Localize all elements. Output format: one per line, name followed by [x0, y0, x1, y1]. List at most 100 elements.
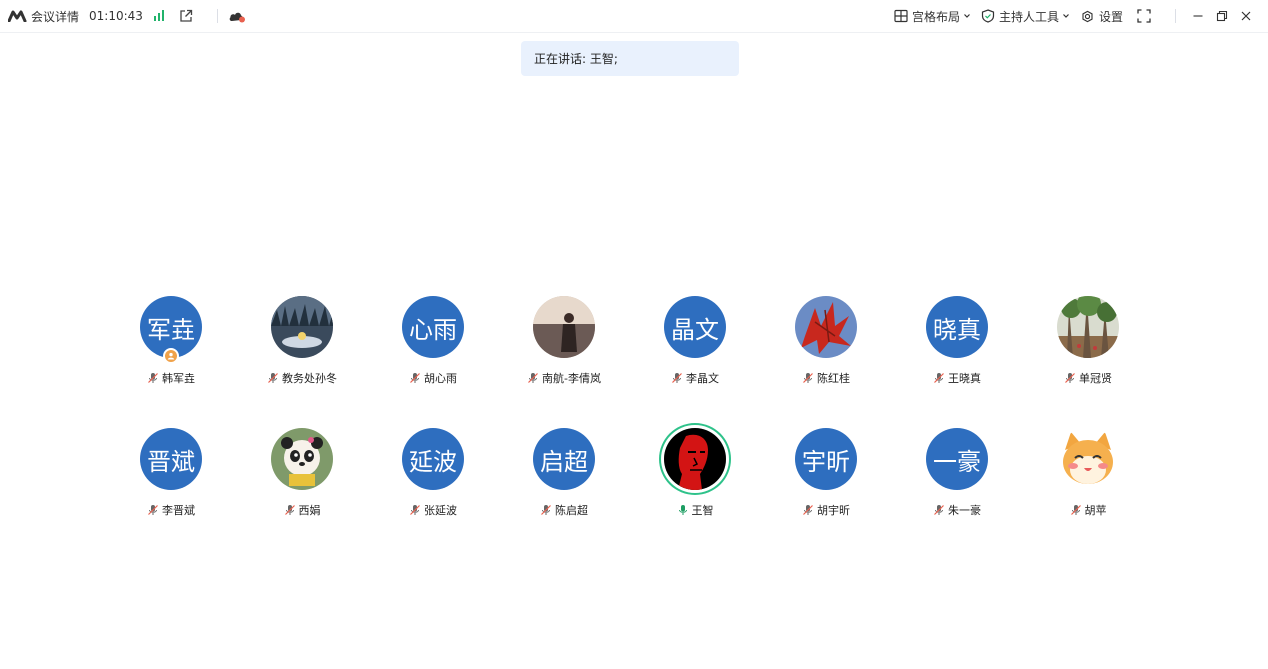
- participant-tile-speaking[interactable]: 王智: [635, 428, 755, 528]
- participant-name: 陈启超: [504, 502, 624, 518]
- participant-name: 张延波: [373, 502, 493, 518]
- participant-name: 单冠贤: [1028, 370, 1148, 386]
- chevron-down-icon: [964, 14, 970, 18]
- cloud-recording-icon[interactable]: [228, 9, 250, 23]
- participant-name: 西娟: [242, 502, 362, 518]
- settings-button[interactable]: 设置: [1080, 8, 1123, 25]
- participant-avatar-photo: [271, 296, 333, 358]
- participant-tile[interactable]: 单冠贤: [1028, 296, 1148, 396]
- participant-name-label: 南航-李倩岚: [542, 372, 601, 385]
- app-logo-icon: [8, 10, 27, 22]
- mic-muted-icon: [1065, 373, 1075, 383]
- speaking-text: 正在讲话: 王智;: [534, 52, 618, 66]
- participant-tile[interactable]: 宇昕 胡宇昕: [766, 428, 886, 528]
- mic-muted-icon: [410, 505, 420, 515]
- share-link-icon[interactable]: [179, 9, 197, 23]
- avatar-initials: 宇昕: [802, 447, 850, 476]
- shield-icon: [981, 9, 995, 23]
- gear-icon: [1082, 10, 1093, 22]
- participant-avatar: 晋斌: [140, 428, 202, 490]
- speaking-indicator: 正在讲话: 王智;: [521, 41, 739, 76]
- participant-name-label: 李晶文: [686, 372, 719, 385]
- mic-muted-icon: [1070, 505, 1081, 515]
- mic-muted-icon: [672, 373, 682, 383]
- participant-avatar: 晓真: [926, 296, 988, 358]
- participant-tile[interactable]: 胡苹: [1028, 428, 1148, 528]
- mic-active-icon: [678, 505, 687, 515]
- participant-name-label: 朱一豪: [948, 504, 981, 517]
- mic-muted-icon: [541, 505, 551, 515]
- divider: [1175, 9, 1176, 23]
- network-signal-icon[interactable]: [153, 10, 169, 22]
- avatar-initials: 晶文: [671, 315, 719, 344]
- fullscreen-icon[interactable]: [1137, 9, 1155, 23]
- chevron-down-icon: [1063, 14, 1069, 18]
- participant-tile[interactable]: 晋斌 李晋斌: [111, 428, 231, 528]
- participant-tile[interactable]: 陈红桂: [766, 296, 886, 396]
- participant-name-label: 韩军垚: [162, 372, 195, 385]
- top-bar: 会议详情 01:10:43 宫格布局 主持人工具 设置: [0, 0, 1268, 33]
- participant-name: 王晓真: [897, 370, 1017, 386]
- mic-muted-icon: [148, 373, 158, 383]
- meeting-details-label: 会议详情: [31, 9, 80, 24]
- mic-muted-icon: [934, 373, 944, 383]
- participant-tile[interactable]: 西娟: [242, 428, 362, 528]
- participant-name: 南航-李倩岚: [504, 370, 624, 386]
- participant-name-label: 王智: [691, 504, 714, 517]
- participant-tile[interactable]: 军垚 韩军垚: [111, 296, 231, 396]
- settings-label: 设置: [1098, 9, 1123, 24]
- mic-muted-icon: [528, 373, 538, 383]
- participant-tile[interactable]: 延波 张延波: [373, 428, 493, 528]
- participant-name-label: 教务处孙冬: [282, 372, 337, 385]
- minimize-button[interactable]: [1186, 4, 1210, 28]
- restore-button[interactable]: [1210, 4, 1234, 28]
- grid-layout-button[interactable]: 宫格布局: [894, 8, 971, 25]
- participant-avatar: 宇昕: [795, 428, 857, 490]
- mic-muted-icon: [410, 373, 420, 383]
- mic-muted-icon: [803, 373, 813, 383]
- meeting-timer: 01:10:43: [89, 9, 143, 23]
- participant-avatar: 启超: [533, 428, 595, 490]
- grid-layout-icon: [894, 9, 908, 23]
- participant-avatar: 晶文: [664, 296, 726, 358]
- participant-tile[interactable]: 教务处孙冬: [242, 296, 362, 396]
- participant-name: 胡心雨: [373, 370, 493, 386]
- host-tools-label: 主持人工具: [998, 9, 1059, 24]
- avatar-initials: 心雨: [409, 315, 457, 344]
- participant-avatar-photo: [533, 296, 595, 358]
- participant-avatar: 心雨: [402, 296, 464, 358]
- mic-muted-icon: [284, 505, 295, 515]
- participant-name: 胡苹: [1028, 502, 1148, 518]
- avatar-initials: 一豪: [933, 447, 981, 476]
- participant-name-label: 胡心雨: [424, 372, 457, 385]
- participant-name-label: 陈启超: [555, 504, 588, 517]
- mic-muted-icon: [803, 505, 813, 515]
- avatar-initials: 延波: [409, 447, 457, 476]
- participant-avatar-photo: [664, 428, 726, 490]
- meeting-details-button[interactable]: 会议详情: [31, 8, 79, 25]
- participant-avatar-photo: [795, 296, 857, 358]
- participant-tile[interactable]: 一豪 朱一豪: [897, 428, 1017, 528]
- participant-tile[interactable]: 启超 陈启超: [504, 428, 624, 528]
- grid-layout-label: 宫格布局: [911, 9, 960, 24]
- restore-icon: [1216, 10, 1228, 22]
- participant-avatar: 延波: [402, 428, 464, 490]
- participant-tile[interactable]: 南航-李倩岚: [504, 296, 624, 396]
- participant-name-label: 王晓真: [948, 372, 981, 385]
- minimize-icon: [1193, 15, 1203, 17]
- participant-tile[interactable]: 晶文 李晶文: [635, 296, 755, 396]
- mic-muted-icon: [148, 505, 158, 515]
- participant-name: 李晶文: [635, 370, 755, 386]
- participant-name: 韩军垚: [111, 370, 231, 386]
- participant-name: 胡宇昕: [766, 502, 886, 518]
- participant-name: 陈红桂: [766, 370, 886, 386]
- close-button[interactable]: [1234, 4, 1258, 28]
- mic-muted-icon: [934, 505, 944, 515]
- participant-name-label: 胡宇昕: [817, 504, 850, 517]
- host-tools-button[interactable]: 主持人工具: [981, 8, 1070, 25]
- participant-tile[interactable]: 晓真 王晓真: [897, 296, 1017, 396]
- participant-name: 李晋斌: [111, 502, 231, 518]
- participant-avatar-photo: [1057, 428, 1119, 490]
- participant-tile[interactable]: 心雨 胡心雨: [373, 296, 493, 396]
- avatar-initials: 军垚: [147, 315, 195, 344]
